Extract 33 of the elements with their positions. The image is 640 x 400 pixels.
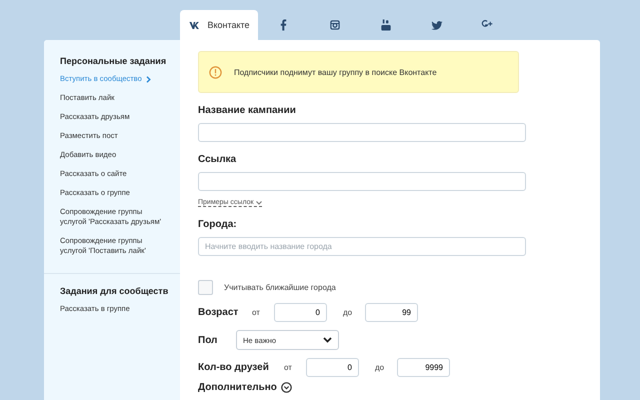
facebook-icon [280,19,286,31]
field-label: Название кампании [198,105,297,116]
camera-icon [330,20,340,30]
notice-text: Подписчики поднимут вашу группу в поиске Вконтакте [234,68,437,76]
section-label: Дополнительно [198,382,277,393]
section-title: Персональные задания [60,56,168,66]
from-field[interactable]: 0 [274,303,327,322]
info-icon [209,66,222,78]
field-label: Возраст [198,307,240,318]
caret-icon [256,200,262,204]
from-field[interactable]: 0 [306,358,359,377]
to-field[interactable]: 9999 [397,358,450,377]
expand-icon[interactable] [280,382,292,393]
to-field[interactable]: 99 [365,303,418,322]
link-field[interactable] [198,172,526,191]
section-title: Задания для сообществ [60,286,170,296]
chevron-right-icon [146,76,151,83]
vk-logo-icon [190,21,202,29]
to-label: до [343,308,354,317]
to-label: до [375,363,386,372]
checkbox-label: Учитывать ближайшие города [224,283,336,292]
from-label: от [284,363,293,372]
field-label: Ссылка [198,154,238,165]
campaign-name-field[interactable] [198,123,526,142]
city-field[interactable]: Начните вводить название города [198,237,526,256]
field-label: Пол [198,334,218,346]
field-label: Города: [198,219,238,230]
bird-icon [430,20,442,30]
from-label: от [252,308,261,317]
field-label: Кол-во друзей [198,362,270,373]
chevron-down-icon [323,337,332,343]
checkbox[interactable] [198,280,213,295]
social-tab[interactable]: Вконтакте [180,10,258,40]
